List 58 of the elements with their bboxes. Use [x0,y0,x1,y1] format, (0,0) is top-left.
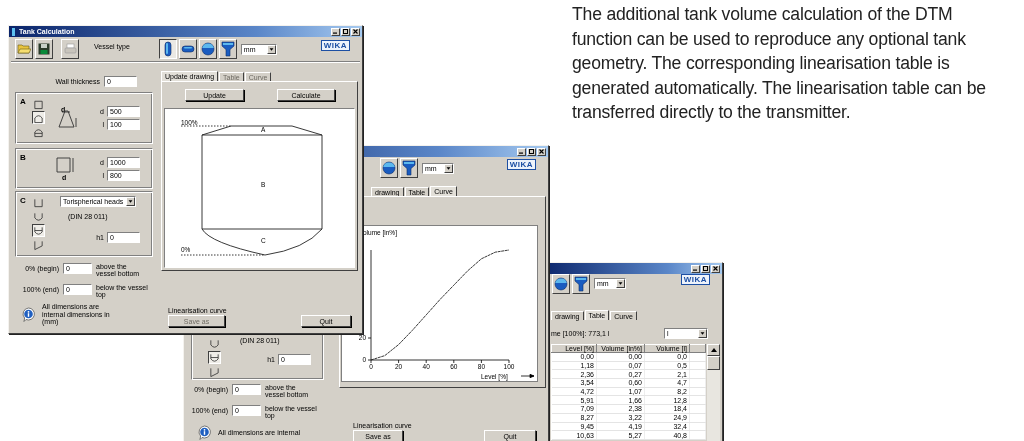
maximize-icon [529,149,534,154]
funnel-icon [402,160,416,176]
sphere-icon [200,41,215,57]
head-type-button[interactable] [32,97,45,110]
print-button[interactable] [61,39,79,59]
vessel-head-icon [33,210,44,223]
sphere-icon [382,160,396,176]
funnel-icon [220,41,235,57]
dropdown-arrow-icon [266,44,276,54]
info-icon [21,306,36,322]
dropdown-arrow-icon [126,197,135,206]
folder-icon [17,43,31,55]
printer-icon [63,43,77,55]
maximize-icon [343,29,348,34]
section-letter: C [20,196,27,207]
arrow-icon [520,373,535,379]
close-icon [713,266,718,271]
save-button[interactable] [35,39,53,59]
maximize-icon [703,266,708,271]
dropdown-arrow-icon [616,279,625,288]
logo: WIKA [320,39,350,51]
scroll-up-button[interactable] [707,344,720,356]
close-icon [353,29,358,34]
vessel-head-icon [209,351,220,364]
minimize-button[interactable] [331,27,340,36]
dropdown-arrow-icon [698,329,707,338]
logo: WIKA [506,158,536,170]
vessel-head-icon [33,196,44,209]
scrollbar[interactable] [707,344,720,441]
info-icon [197,425,212,440]
logo: WIKA [680,274,710,285]
close-button[interactable] [711,264,720,273]
minimize-button[interactable] [691,264,700,273]
maximize-button[interactable] [527,147,536,156]
minimize-button[interactable] [517,147,526,156]
section-letter: A [20,97,27,108]
vessel-head-icon [209,337,220,350]
vessel-head-icon [33,224,44,237]
head-type-button[interactable] [32,111,45,124]
up-arrow-icon [710,348,717,352]
app-icon [11,27,16,36]
vessel-head-icon [33,238,44,251]
head-type-button[interactable] [32,224,45,237]
sphere-icon [554,275,568,292]
maximize-button[interactable] [341,27,350,36]
close-icon [539,149,544,154]
scroll-thumb[interactable] [707,356,720,370]
maximize-button[interactable] [701,264,710,273]
dropdown-arrow-icon [444,163,453,173]
vessel-head-icon [209,365,220,378]
vessel-type-button[interactable] [158,39,177,59]
funnel-icon [574,275,588,292]
section-letter: B [20,153,27,164]
open-button[interactable] [15,39,33,59]
description-paragraph: The additional tank volume calculation of the DTM function can be used to reproduce any optional tank geometry. The corresponding linearisation table is generated automatically. The linearisation table can be transferred directly to the transmitter. [572,3,987,124]
head-type-button[interactable] [208,351,221,364]
close-button[interactable] [351,27,360,36]
close-button[interactable] [537,147,546,156]
